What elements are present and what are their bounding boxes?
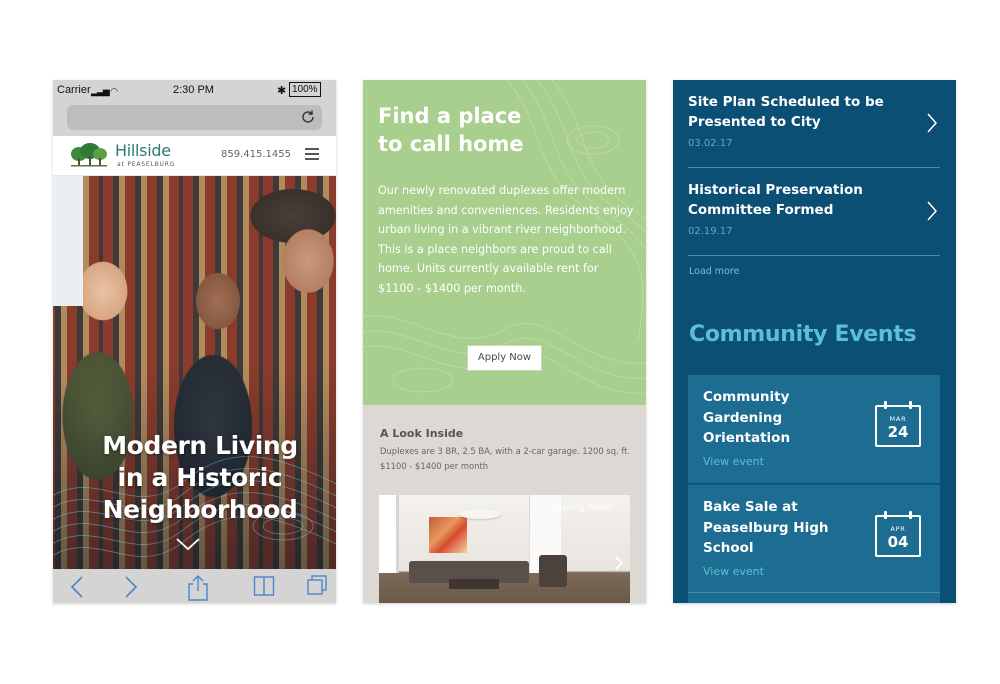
event-card[interactable]: Community Gardening Orientation View eve… xyxy=(688,375,940,483)
news-events-screen: Site Plan Scheduled to be Presented to C… xyxy=(673,80,956,603)
photo-gallery[interactable]: Living Room xyxy=(379,495,630,603)
bookmarks-icon[interactable] xyxy=(253,575,275,597)
event-title: Community Gardening Orientation xyxy=(703,389,791,446)
back-arrow-icon[interactable] xyxy=(69,575,85,599)
look-inside-text: Duplexes are 3 BR, 2.5 BA, with a 2-car … xyxy=(380,446,631,471)
community-events-heading: Community Events xyxy=(689,322,917,347)
hero-photo: Modern Living in a Historic Neighborhood xyxy=(53,176,336,569)
intro-screen: Find a place to call home Our newly reno… xyxy=(363,80,646,603)
calendar-ring xyxy=(909,401,912,409)
event-month: MAR xyxy=(889,415,907,423)
hero-headline: Modern Living in a Historic Neighborhood xyxy=(75,430,325,526)
hero-headline-line: Modern Living xyxy=(102,431,298,460)
scroll-down-chevron-icon[interactable] xyxy=(175,536,201,552)
event-day: 24 xyxy=(887,423,909,441)
event-title: Bake Sale at Peaselburg High School xyxy=(703,499,829,556)
load-more-link[interactable]: Load more xyxy=(689,266,739,277)
event-day: 04 xyxy=(887,533,909,551)
calendar-ring xyxy=(884,511,887,519)
room-painting xyxy=(429,517,467,553)
room-table xyxy=(449,579,499,589)
calendar-icon: MAR 24 xyxy=(875,401,921,447)
news-item[interactable]: Site Plan Scheduled to be Presented to C… xyxy=(688,80,940,168)
bluetooth-icon: ✱ xyxy=(277,85,287,97)
logo-tagline: at PEASELBURG xyxy=(117,161,176,168)
room-lamp xyxy=(459,509,501,519)
view-event-link[interactable]: View event xyxy=(703,565,764,578)
heading-line: to call home xyxy=(378,132,524,156)
calendar-ring xyxy=(884,401,887,409)
look-inside-section: A Look Inside Duplexes are 3 BR, 2.5 BA,… xyxy=(363,405,646,603)
logo-wordmark: Hillside xyxy=(115,141,171,160)
phone-number[interactable]: 859.415.1455 xyxy=(221,149,291,160)
news-date: 03.02.17 xyxy=(688,138,733,149)
heading-line: Find a place xyxy=(378,104,522,128)
hero-headline-line: Neighborhood xyxy=(102,495,298,524)
news-date: 02.19.17 xyxy=(688,226,733,237)
reload-icon[interactable] xyxy=(300,109,316,125)
share-icon[interactable] xyxy=(187,575,209,601)
intro-paragraph: Our newly renovated duplexes offer moder… xyxy=(378,184,634,295)
browser-toolbar xyxy=(53,569,336,603)
apply-now-button[interactable]: Apply Now xyxy=(467,345,542,371)
room-chair xyxy=(539,555,567,587)
section-heading: Find a place to call home xyxy=(378,102,628,158)
phone-screen: Carrier ▂▃▅ ◠ 2:30 PM ✱ 100% Hillside at… xyxy=(53,80,336,603)
event-card[interactable]: Bake Sale at Peaselburg High School View… xyxy=(688,484,940,603)
site-header: Hillside at PEASELBURG 859.415.1455 xyxy=(53,136,336,176)
chevron-right-icon[interactable] xyxy=(926,200,938,222)
url-field[interactable] xyxy=(67,105,322,130)
signal-icon: ▂▃▅ ◠ xyxy=(91,86,118,96)
look-inside-title: A Look Inside xyxy=(380,427,464,440)
forward-arrow-icon[interactable] xyxy=(123,575,139,599)
find-home-section: Find a place to call home Our newly reno… xyxy=(363,80,646,405)
chevron-right-icon[interactable] xyxy=(926,112,938,134)
browser-address-bar xyxy=(53,100,336,136)
event-month: APR xyxy=(890,525,906,533)
carrier-label: Carrier xyxy=(57,84,91,96)
gallery-next-arrow-icon[interactable] xyxy=(614,555,624,571)
house-siding xyxy=(53,176,83,306)
hamburger-menu-icon[interactable] xyxy=(305,148,319,160)
gallery-prev-arrow-icon[interactable] xyxy=(385,555,395,571)
divider xyxy=(688,592,940,593)
hero-headline-line: in a Historic xyxy=(117,463,283,492)
ios-status-bar: Carrier ▂▃▅ ◠ 2:30 PM ✱ 100% xyxy=(53,80,336,100)
news-title: Site Plan Scheduled to be Presented to C… xyxy=(688,94,884,130)
calendar-ring xyxy=(909,511,912,519)
news-item[interactable]: Historical Preservation Committee Formed… xyxy=(688,168,940,256)
clock-label: 2:30 PM xyxy=(173,84,214,96)
news-title: Historical Preservation Committee Formed xyxy=(688,182,863,218)
view-event-link[interactable]: View event xyxy=(703,455,764,468)
calendar-icon: APR 04 xyxy=(875,511,921,557)
gallery-caption: Living Room xyxy=(559,503,612,513)
tree-logo-icon[interactable] xyxy=(69,142,109,168)
battery-icon: 100% xyxy=(289,82,321,97)
tabs-icon[interactable] xyxy=(307,575,327,595)
